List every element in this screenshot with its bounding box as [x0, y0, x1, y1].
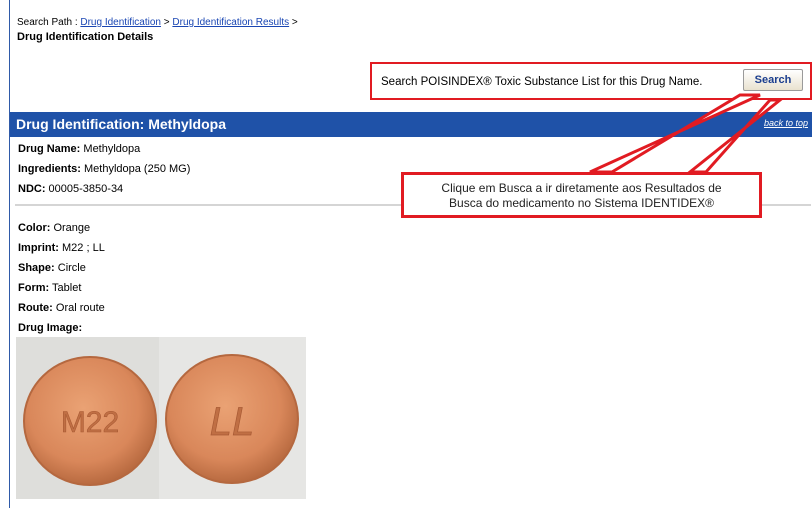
pill-front-imprint: M22: [61, 406, 119, 439]
ingredients-row: Ingredients: Methyldopa (250 MG): [18, 162, 190, 176]
drug-name-value: Methyldopa: [80, 143, 141, 155]
pill-photo: M22 LL: [16, 337, 306, 499]
color-value: Orange: [50, 222, 91, 234]
drug-name-label: Drug Name:: [18, 143, 81, 155]
ndc-value: 00005-3850-34: [45, 183, 124, 195]
shape-row: Shape: Circle: [18, 261, 86, 275]
form-label: Form:: [18, 282, 50, 294]
breadcrumb-prefix: Search Path :: [17, 17, 81, 28]
ndc-row: NDC: 00005-3850-34: [18, 182, 123, 196]
form-value: Tablet: [49, 282, 82, 294]
section-header: Drug Identification: Methyldopa back to …: [10, 112, 812, 137]
page-title: Drug Identification Details: [17, 31, 154, 43]
drug-image-row: Drug Image:: [18, 321, 82, 335]
drug-name-row: Drug Name: Methyldopa: [18, 142, 140, 156]
poisindex-search-label: Search POISINDEX® Toxic Substance List f…: [381, 76, 703, 88]
imprint-value: M22 ; LL: [58, 242, 105, 254]
ingredients-label: Ingredients:: [18, 163, 81, 175]
back-to-top-link[interactable]: back to top: [764, 118, 808, 128]
imprint-label: Imprint:: [18, 242, 59, 254]
search-button[interactable]: Search: [743, 69, 803, 91]
route-row: Route: Oral route: [18, 301, 105, 315]
left-border: [9, 0, 10, 508]
drug-image-label: Drug Image:: [18, 322, 83, 334]
color-label: Color:: [18, 222, 51, 234]
route-value: Oral route: [52, 302, 105, 314]
breadcrumb-link-drug-identification[interactable]: Drug Identification: [80, 17, 161, 28]
callout-line-2: Busca do medicamento no Sistema IDENTIDE…: [449, 196, 714, 210]
shape-label: Shape:: [18, 262, 55, 274]
shape-value: Circle: [54, 262, 86, 274]
callout-line-1: Clique em Busca a ir diretamente aos Res…: [441, 181, 722, 195]
drug-image: M22 LL: [16, 337, 306, 499]
section-title: Drug Identification: Methyldopa: [16, 116, 226, 132]
route-label: Route:: [18, 302, 53, 314]
imprint-row: Imprint: M22 ; LL: [18, 241, 105, 255]
ndc-label: NDC:: [18, 183, 46, 195]
breadcrumb-separator: >: [160, 17, 173, 28]
color-row: Color: Orange: [18, 221, 90, 235]
breadcrumb-link-drug-identification-results[interactable]: Drug Identification Results: [172, 17, 289, 28]
breadcrumb: Search Path : Drug Identification > Drug…: [17, 17, 298, 29]
ingredients-value: Methyldopa (250 MG): [80, 163, 191, 175]
form-row: Form: Tablet: [18, 281, 81, 295]
pill-back-imprint: LL: [210, 400, 255, 444]
breadcrumb-separator: >: [289, 17, 298, 28]
poisindex-search-box: Search POISINDEX® Toxic Substance List f…: [370, 62, 812, 100]
annotation-callout: Clique em Busca a ir diretamente aos Res…: [401, 172, 762, 218]
